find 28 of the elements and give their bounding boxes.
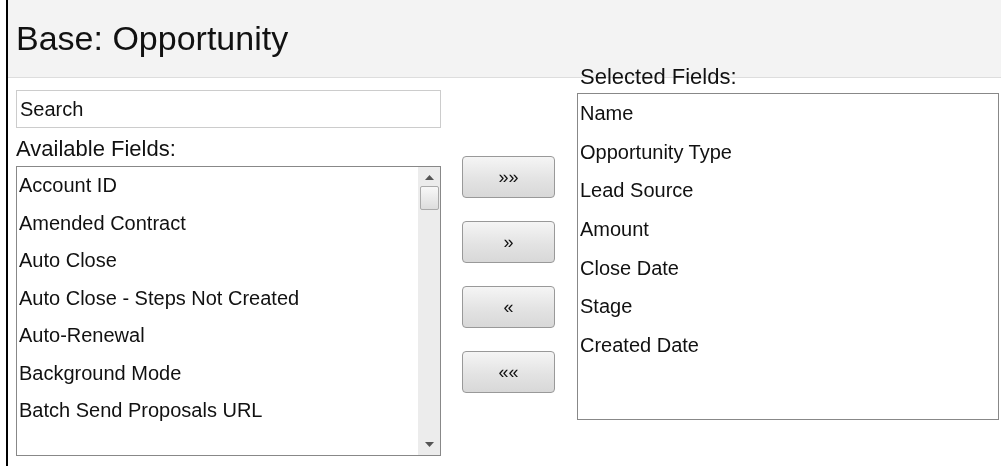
list-item[interactable]: Name — [578, 94, 998, 133]
move-button[interactable]: «« — [462, 351, 555, 393]
list-item[interactable]: Amount — [578, 210, 998, 249]
list-item[interactable]: Auto Close - Steps Not Created — [17, 278, 418, 317]
list-item[interactable]: Opportunity Type — [578, 132, 998, 172]
list-item[interactable]: Batch Send Proposals URL — [17, 391, 418, 430]
list-item[interactable]: Created Date — [578, 326, 998, 365]
available-fields-list[interactable]: Account ID Amended Contract Auto Close Auto Close - Steps Not Created Auto-Renewal Background Mode Batch Send Proposals URL — [16, 166, 441, 456]
list-item[interactable]: Account ID — [17, 166, 418, 205]
move-button[interactable]: » — [462, 221, 555, 263]
list-item[interactable]: Stage — [578, 287, 998, 327]
available-fields-label: Available Fields: — [16, 136, 177, 162]
selected-fields-label: Selected Fields: — [580, 64, 738, 90]
list-item[interactable]: Auto-Renewal — [17, 316, 418, 355]
move-button[interactable]: »» — [462, 156, 555, 198]
scrollbar[interactable] — [418, 167, 440, 455]
scroll-down-icon[interactable] — [424, 442, 434, 447]
selected-fields-list[interactable]: Name Opportunity Type Lead Source Amount Close Date Stage Created Date — [577, 93, 999, 420]
list-item[interactable]: Lead Source — [578, 171, 998, 211]
move-button[interactable]: « — [462, 286, 555, 328]
list-item[interactable]: Auto Close — [17, 241, 418, 280]
list-item[interactable]: Background Mode — [17, 353, 418, 392]
list-item[interactable]: Amended Contract — [17, 203, 418, 242]
page-title: Base: Opportunity — [16, 19, 289, 58]
list-item[interactable]: Close Date — [578, 248, 998, 288]
search-field[interactable]: Search — [16, 90, 441, 128]
scroll-up-icon[interactable] — [424, 175, 434, 180]
scroll-thumb[interactable] — [419, 186, 439, 210]
